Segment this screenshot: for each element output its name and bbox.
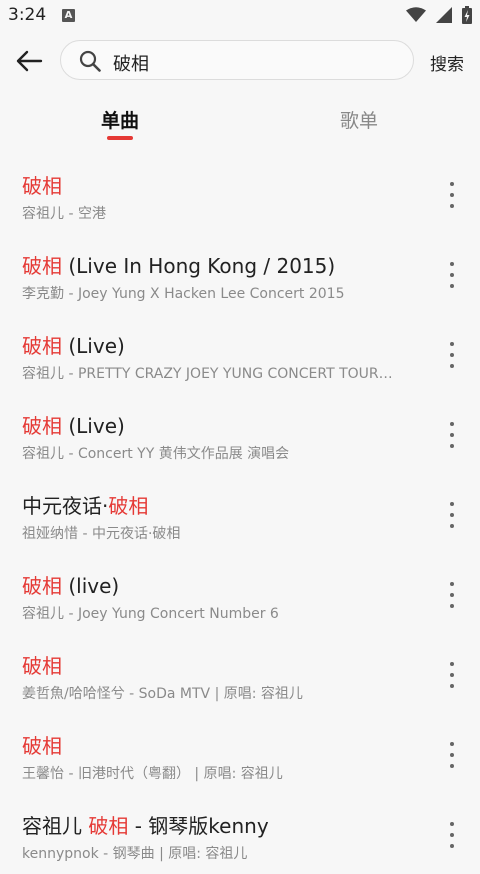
song-title: 中元夜话·破相 <box>22 490 148 519</box>
back-arrow-icon <box>16 50 43 72</box>
more-options-icon[interactable] <box>440 502 464 528</box>
title-highlight: 破相 <box>22 414 62 438</box>
song-title: 破相 (Live In Hong Kong / 2015) <box>22 250 335 279</box>
song-subtitle: 祖娅纳惜 - 中元夜话·破相 <box>22 526 181 542</box>
search-icon <box>79 50 101 72</box>
song-subtitle: kennypnok - 钢琴曲 | 原唱: 容祖儿 <box>22 846 248 862</box>
tab-bar: 单曲 歌单 <box>0 98 480 148</box>
title-highlight: 破相 <box>22 174 62 198</box>
signal-icon <box>436 7 452 23</box>
song-result-item[interactable]: 破相 (Live) 容祖儿 - PRETTY CRAZY JOEY YUNG C… <box>0 314 480 394</box>
title-prefix: 中元夜话· <box>22 494 109 518</box>
song-subtitle: 容祖儿 - PRETTY CRAZY JOEY YUNG CONCERT TOU… <box>22 366 393 382</box>
more-options-icon[interactable] <box>440 662 464 688</box>
song-subtitle: 姜哲魚/哈哈怪兮 - SoDa MTV | 原唱: 容祖儿 <box>22 686 303 702</box>
tab-songs[interactable]: 单曲 <box>101 106 139 133</box>
search-submit-button[interactable]: 搜索 <box>430 50 464 75</box>
song-result-item[interactable]: 破相 (Live) 容祖儿 - Concert YY 黄伟文作品展 演唱会 <box>0 394 480 474</box>
title-suffix: - 钢琴版kenny <box>128 814 269 838</box>
title-suffix: (Live In Hong Kong / 2015) <box>62 254 336 278</box>
title-suffix: (Live) <box>62 334 125 358</box>
song-result-item[interactable]: 破相 姜哲魚/哈哈怪兮 - SoDa MTV | 原唱: 容祖儿 <box>0 634 480 714</box>
title-highlight: 破相 <box>22 734 62 758</box>
song-title: 破相 (Live) <box>22 330 125 359</box>
song-result-item[interactable]: 中元夜话·破相 祖娅纳惜 - 中元夜话·破相 <box>0 474 480 554</box>
song-subtitle: 容祖儿 - 空港 <box>22 206 106 222</box>
wifi-icon <box>406 7 426 22</box>
song-result-item[interactable]: 破相 (Live In Hong Kong / 2015) 李克勤 - Joey… <box>0 234 480 314</box>
song-subtitle: 王馨怡 - 旧港时代（粤翻） | 原唱: 容祖儿 <box>22 766 283 782</box>
song-title: 破相 <box>22 730 62 759</box>
song-title: 破相 (live) <box>22 570 119 599</box>
more-options-icon[interactable] <box>440 342 464 368</box>
search-query-text: 破相 <box>113 54 149 75</box>
song-result-item[interactable]: 破相 王馨怡 - 旧港时代（粤翻） | 原唱: 容祖儿 <box>0 714 480 794</box>
battery-icon <box>462 6 472 24</box>
song-title: 容祖儿 破相 - 钢琴版kenny <box>22 810 269 839</box>
song-title: 破相 (Live) <box>22 410 125 439</box>
more-options-icon[interactable] <box>440 262 464 288</box>
status-bar: 3:24 A <box>0 0 480 34</box>
results-list: 破相 容祖儿 - 空港 破相 (Live In Hong Kong / 2015… <box>0 154 480 874</box>
more-options-icon[interactable] <box>440 822 464 848</box>
search-bar: 破相 搜索 <box>0 38 480 84</box>
title-highlight: 破相 <box>22 574 62 598</box>
title-prefix: 容祖儿 <box>22 814 89 838</box>
back-button[interactable] <box>12 44 46 78</box>
title-highlight: 破相 <box>22 654 62 678</box>
more-options-icon[interactable] <box>440 422 464 448</box>
tab-playlists[interactable]: 歌单 <box>340 106 378 133</box>
song-result-item[interactable]: 容祖儿 破相 - 钢琴版kenny kennypnok - 钢琴曲 | 原唱: … <box>0 794 480 874</box>
status-time: 3:24 <box>8 5 47 25</box>
notification-icon: A <box>62 9 75 22</box>
title-highlight: 破相 <box>22 254 62 278</box>
song-subtitle: 容祖儿 - Joey Yung Concert Number 6 <box>22 606 279 622</box>
song-result-item[interactable]: 破相 (live) 容祖儿 - Joey Yung Concert Number… <box>0 554 480 634</box>
more-options-icon[interactable] <box>440 742 464 768</box>
song-result-item[interactable]: 破相 容祖儿 - 空港 <box>0 154 480 234</box>
title-highlight: 破相 <box>22 334 62 358</box>
song-title: 破相 <box>22 650 62 679</box>
more-options-icon[interactable] <box>440 582 464 608</box>
active-tab-indicator <box>107 136 133 140</box>
title-highlight: 破相 <box>108 494 149 518</box>
song-subtitle: 容祖儿 - Concert YY 黄伟文作品展 演唱会 <box>22 446 290 462</box>
more-options-icon[interactable] <box>440 182 464 208</box>
title-highlight: 破相 <box>88 814 129 838</box>
song-title: 破相 <box>22 170 62 199</box>
song-subtitle: 李克勤 - Joey Yung X Hacken Lee Concert 201… <box>22 286 345 302</box>
title-suffix: (Live) <box>62 414 125 438</box>
status-icons <box>406 6 472 24</box>
search-input[interactable]: 破相 <box>60 40 414 80</box>
title-suffix: (live) <box>62 574 120 598</box>
